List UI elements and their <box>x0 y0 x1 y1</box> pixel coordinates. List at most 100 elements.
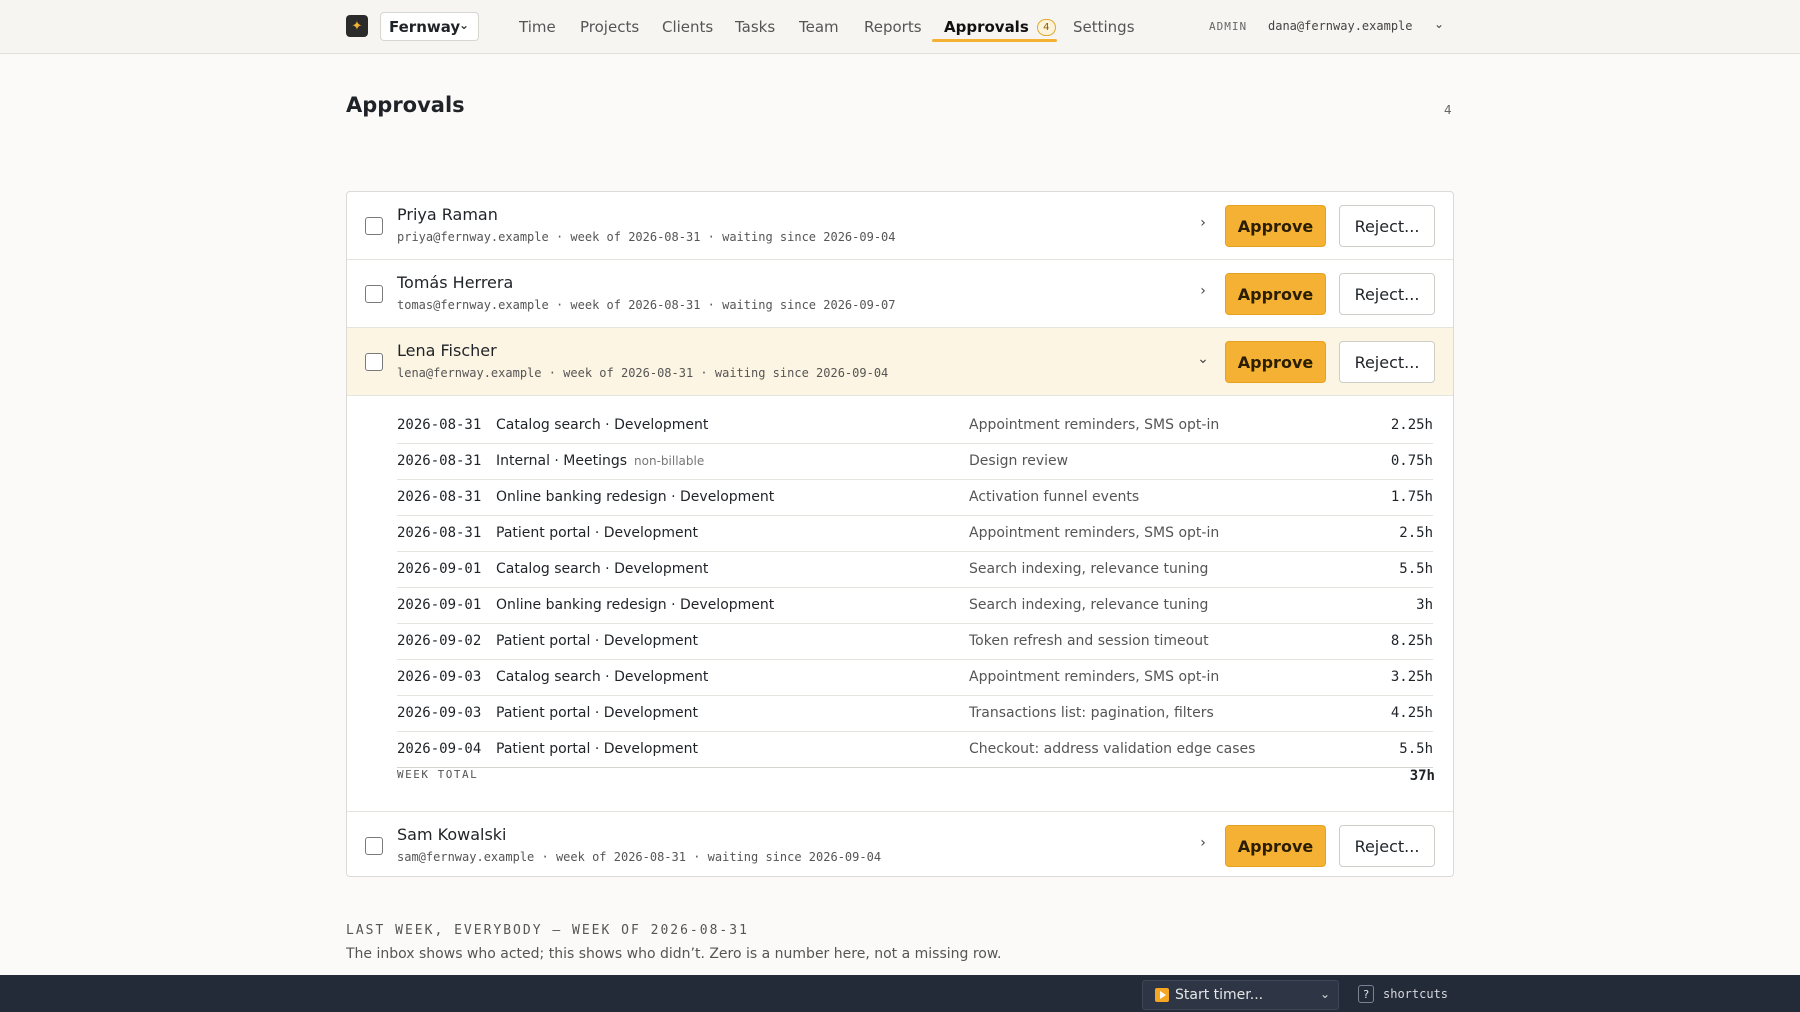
approve-button[interactable]: Approve <box>1225 341 1326 383</box>
entry-project-label: Online banking redesign · Development <box>496 597 775 613</box>
entry-project-label: Patient portal · Development <box>496 705 698 721</box>
entry-project-label: Patient portal · Development <box>496 633 698 649</box>
shortcuts-link[interactable]: shortcuts <box>1383 987 1448 1001</box>
non-billable-tag: non-billable <box>634 454 705 468</box>
entry-date: 2026-09-01 <box>397 597 482 613</box>
entry-hours: 2.5h <box>1399 525 1433 541</box>
user-menu[interactable]: dana@fernway.example <box>1268 19 1413 33</box>
row-checkbox[interactable] <box>365 353 383 371</box>
nav-label: Tasks <box>735 18 776 36</box>
entry-project: Catalog search · Development <box>496 417 708 433</box>
start-timer-select[interactable]: Start timer... ⌄ <box>1142 980 1339 1010</box>
nav-time[interactable]: Time <box>519 0 556 54</box>
nav-approvals[interactable]: Approvals 4 <box>944 0 1056 54</box>
approvals-count-badge: 4 <box>1036 18 1056 36</box>
pending-count: 4 <box>1444 103 1452 117</box>
entry-project: Patient portal · Development <box>496 525 698 541</box>
nav-label: Projects <box>580 18 640 36</box>
nav-clients[interactable]: Clients <box>662 0 713 54</box>
entry-hours: 5.5h <box>1399 741 1433 757</box>
entry-project-label: Online banking redesign · Development <box>496 489 775 505</box>
top-nav: ✦ Fernway ⌄ Time Projects Clients Tasks … <box>0 0 1800 54</box>
chevron-down-icon: ⌄ <box>458 18 469 32</box>
entry-project-label: Internal · Meetings <box>496 453 628 469</box>
entry-date: 2026-08-31 <box>397 417 482 433</box>
reject-button[interactable]: Reject... <box>1339 341 1435 383</box>
nav-tasks[interactable]: Tasks <box>735 0 775 54</box>
entry-project-label: Catalog search · Development <box>496 417 709 433</box>
reject-button[interactable]: Reject... <box>1339 825 1435 867</box>
nav-projects[interactable]: Projects <box>580 0 639 54</box>
time-entry-row: 2026-09-01 Catalog search · Development … <box>397 552 1433 588</box>
employee-name: Tomás Herrera <box>397 273 514 292</box>
chevron-right-icon[interactable]: › <box>1195 283 1211 303</box>
nav-settings[interactable]: Settings <box>1073 0 1135 54</box>
approval-row-expanded: Lena Fischer lena@fernway.example · week… <box>347 328 1453 396</box>
chevron-down-icon: ⌄ <box>1319 987 1330 1001</box>
week-total-value: 37h <box>1409 768 1435 784</box>
entry-description: Search indexing, relevance tuning <box>969 597 1209 613</box>
play-icon <box>1155 988 1169 1002</box>
time-entry-row: 2026-08-31 Patient portal · Development … <box>397 516 1433 552</box>
feather-logo-icon[interactable]: ✦ <box>346 15 368 37</box>
reject-button[interactable]: Reject... <box>1339 273 1435 315</box>
week-total-label: WEEK TOTAL <box>397 768 479 781</box>
entry-description: Transactions list: pagination, filters <box>969 705 1214 721</box>
entry-description: Token refresh and session timeout <box>969 633 1209 649</box>
nav-reports[interactable]: Reports <box>864 0 922 54</box>
entry-date: 2026-08-31 <box>397 489 482 505</box>
entry-project: Patient portal · Development <box>496 705 698 721</box>
row-checkbox[interactable] <box>365 217 383 235</box>
entry-description: Appointment reminders, SMS opt-in <box>969 669 1220 685</box>
approve-button[interactable]: Approve <box>1225 825 1326 867</box>
footer-bar: Start timer... ⌄ ? shortcuts <box>0 975 1800 1012</box>
entry-description: Appointment reminders, SMS opt-in <box>969 417 1220 433</box>
entry-date: 2026-09-01 <box>397 561 482 577</box>
entry-hours: 1.75h <box>1390 489 1433 505</box>
chevron-right-icon[interactable]: › <box>1195 215 1211 235</box>
entry-hours: 2.25h <box>1390 417 1433 433</box>
org-switcher[interactable]: Fernway ⌄ <box>380 12 479 41</box>
approve-button[interactable]: Approve <box>1225 273 1326 315</box>
approvals-list: Priya Raman priya@fernway.example · week… <box>346 191 1454 877</box>
entry-hours: 5.5h <box>1399 561 1433 577</box>
time-entries: 2026-08-31 Catalog search · Development … <box>347 396 1453 812</box>
time-entry-row: 2026-08-31 Online banking redesign · Dev… <box>397 480 1433 516</box>
nav-label: Clients <box>662 18 714 36</box>
chevron-down-icon[interactable]: ⌄ <box>1195 351 1211 371</box>
entry-description: Search indexing, relevance tuning <box>969 561 1209 577</box>
keyboard-shortcut-icon[interactable]: ? <box>1358 985 1374 1003</box>
page-title: Approvals <box>346 93 465 117</box>
time-entry-row: 2026-09-01 Online banking redesign · Dev… <box>397 588 1433 624</box>
time-entry-row: 2026-08-31 Catalog search · Development … <box>397 408 1433 444</box>
section-description: The inbox shows who acted; this shows wh… <box>346 946 1002 962</box>
time-entry-row: 2026-09-04 Patient portal · Development … <box>397 732 1433 768</box>
entry-hours: 0.75h <box>1390 453 1433 469</box>
entry-hours: 3.25h <box>1390 669 1433 685</box>
entry-description: Activation funnel events <box>969 489 1140 505</box>
chevron-right-icon[interactable]: › <box>1195 835 1211 855</box>
approval-row: Sam Kowalski sam@fernway.example · week … <box>347 812 1453 876</box>
row-checkbox[interactable] <box>365 837 383 855</box>
nav-label: Reports <box>864 18 922 36</box>
active-tab-indicator <box>932 39 1057 42</box>
entry-project: Catalog search · Development <box>496 561 708 577</box>
time-entry-row: 2026-09-03 Catalog search · Development … <box>397 660 1433 696</box>
employee-meta: lena@fernway.example · week of 2026-08-3… <box>397 366 889 380</box>
entry-project: Internal · Meetings non-billable <box>496 453 704 469</box>
entry-project-label: Patient portal · Development <box>496 525 698 541</box>
entry-description: Design review <box>969 453 1069 469</box>
entry-date: 2026-08-31 <box>397 525 482 541</box>
employee-meta: priya@fernway.example · week of 2026-08-… <box>397 230 896 244</box>
org-name: Fernway <box>389 17 461 36</box>
nav-label: Team <box>799 18 839 36</box>
employee-meta: sam@fernway.example · week of 2026-08-31… <box>397 850 882 864</box>
employee-name: Sam Kowalski <box>397 825 507 844</box>
chevron-down-icon[interactable]: ⌄ <box>1434 17 1444 31</box>
employee-meta: tomas@fernway.example · week of 2026-08-… <box>397 298 896 312</box>
row-checkbox[interactable] <box>365 285 383 303</box>
approve-button[interactable]: Approve <box>1225 205 1326 247</box>
reject-button[interactable]: Reject... <box>1339 205 1435 247</box>
nav-team[interactable]: Team <box>799 0 839 54</box>
nav-label: Settings <box>1073 18 1135 36</box>
